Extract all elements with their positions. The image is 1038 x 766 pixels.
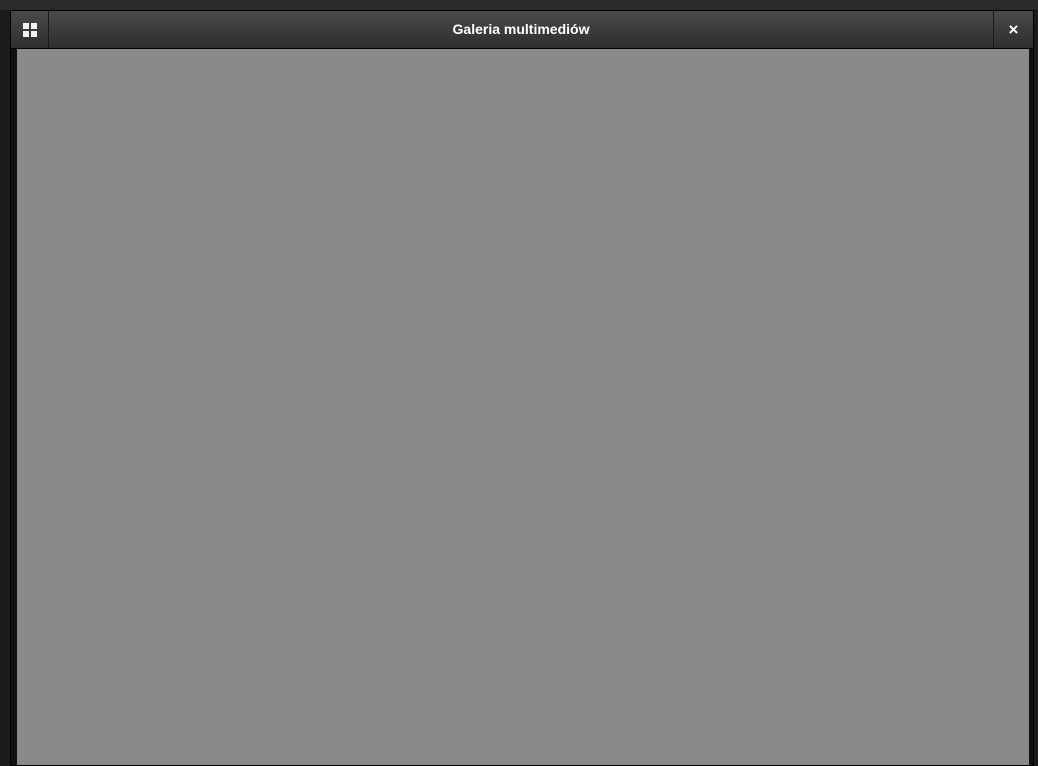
media-image-placeholder [17, 49, 1029, 765]
media-gallery-modal: Galeria multimediów × [10, 10, 1034, 766]
grid-icon [22, 22, 37, 37]
page-backdrop [0, 0, 1038, 10]
close-button[interactable]: × [993, 11, 1033, 48]
close-icon: × [1008, 19, 1019, 39]
grid-view-button[interactable] [11, 11, 49, 48]
modal-header: Galeria multimediów × [11, 11, 1033, 49]
modal-title: Galeria multimediów [452, 21, 590, 37]
